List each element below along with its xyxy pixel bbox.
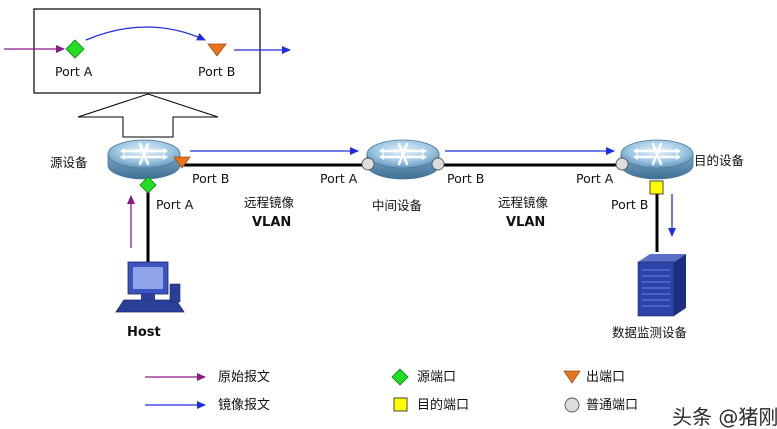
legend-egress-port-label: 出端口 bbox=[586, 370, 625, 385]
host-label: Host bbox=[127, 325, 161, 340]
legend-mirror-label: 镜像报文 bbox=[218, 398, 270, 413]
watermark-text: 头条 @猪刚 bbox=[672, 405, 777, 429]
vlan2-line1-label: 远程镜像 bbox=[498, 195, 549, 210]
source-port-a-label: Port A bbox=[156, 197, 194, 212]
legend-source-port-icon bbox=[391, 368, 409, 386]
legend-dest-port-icon bbox=[393, 397, 408, 412]
legend-source-port-label: 源端口 bbox=[417, 370, 456, 385]
remote-mirroring-diagram: Port A Port B 源设备 Port B Port A Port A P… bbox=[4, 8, 777, 429]
vlan1-line2-label: VLAN bbox=[252, 215, 291, 230]
middle-device-label: 中间设备 bbox=[372, 198, 423, 213]
source-device-label: 源设备 bbox=[50, 155, 88, 170]
inset-port-a-label: Port A bbox=[55, 64, 93, 79]
legend-normal-port-label: 普通端口 bbox=[586, 398, 638, 413]
dest-port-a-label: Port A bbox=[576, 171, 614, 186]
source-port-icon bbox=[139, 176, 157, 194]
middle-port-a-icon bbox=[361, 157, 375, 171]
dest-port-b-icon bbox=[649, 180, 664, 195]
dest-port-b-label: Port B bbox=[611, 197, 648, 212]
legend: 原始报文 镜像报文 源端口 目的端口 出端口 普通端口 bbox=[145, 368, 638, 413]
middle-port-b-label: Port B bbox=[447, 171, 484, 186]
source-switch-icon bbox=[106, 138, 182, 181]
dest-switch-icon bbox=[619, 138, 695, 181]
inset-port-b-label: Port B bbox=[198, 64, 235, 79]
vlan1-line1-label: 远程镜像 bbox=[244, 195, 295, 210]
dest-port-a-icon bbox=[615, 157, 629, 171]
middle-switch-icon bbox=[365, 138, 441, 181]
legend-egress-port-icon bbox=[563, 370, 581, 384]
zoom-up-arrow bbox=[77, 93, 219, 138]
computer-icon bbox=[115, 261, 185, 313]
middle-port-b-icon bbox=[431, 157, 445, 171]
vlan2-line2-label: VLAN bbox=[506, 215, 545, 230]
dest-device-label: 目的设备 bbox=[694, 153, 745, 168]
diagram-stage: Port A Port B 源设备 Port B Port A Port A P… bbox=[0, 0, 777, 429]
server-icon bbox=[637, 254, 686, 317]
source-port-b-label: Port B bbox=[192, 171, 229, 186]
legend-normal-port-icon bbox=[564, 397, 580, 413]
legend-dest-port-label: 目的端口 bbox=[417, 397, 469, 413]
legend-original-label: 原始报文 bbox=[218, 370, 270, 385]
middle-port-a-label: Port A bbox=[320, 171, 358, 186]
monitor-device-label: 数据监测设备 bbox=[612, 325, 688, 340]
